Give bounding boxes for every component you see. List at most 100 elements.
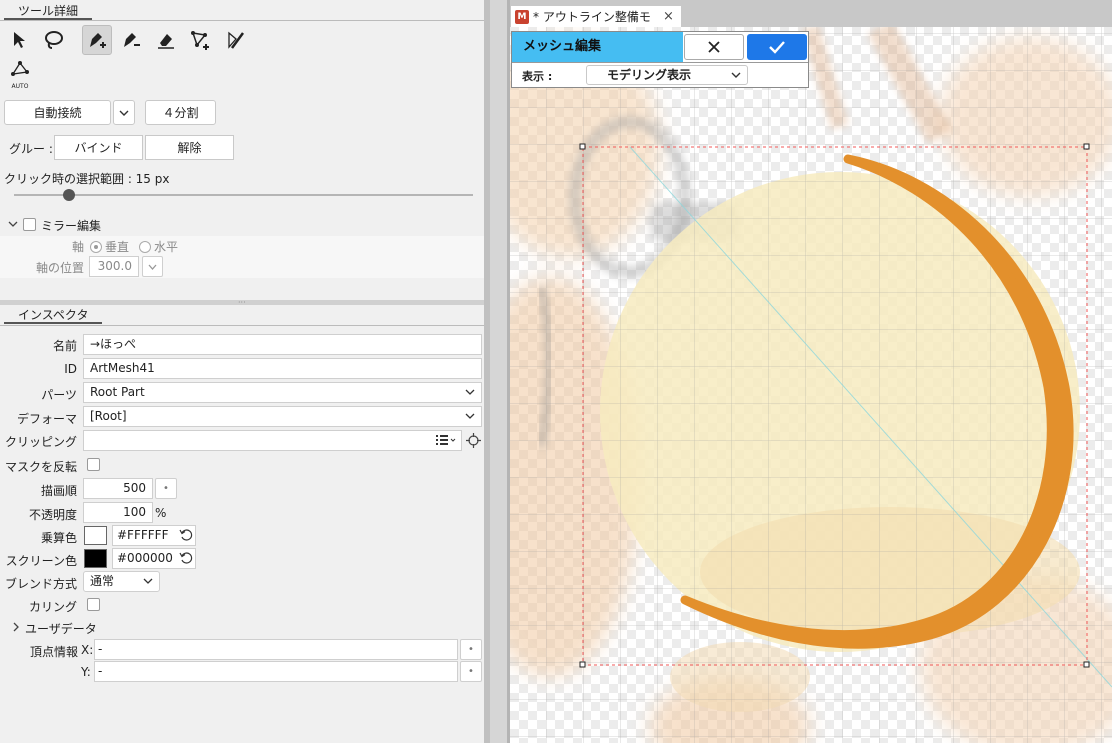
split-button[interactable]: ４分割 [145,100,216,125]
vertex-y-label: Y: [81,665,91,679]
splitter-grip-icon: ··· [238,298,246,307]
mirror-label: ミラー編集 [41,219,102,233]
vertex-y-menu-icon[interactable]: • [460,661,482,682]
vertex-x-input[interactable]: - [94,639,458,660]
axis-label: 軸 [72,240,85,254]
chevron-down-icon [148,264,157,270]
select-tool-icon[interactable] [5,25,35,55]
parts-select[interactable]: Root Part [83,382,482,403]
blend-mode-value: 通常 [90,574,115,588]
userdata-expand-chevron-icon[interactable] [11,621,21,636]
axis-position-dropdown[interactable] [142,256,163,277]
chevron-down-icon [465,413,475,419]
click-range-slider-knob[interactable] [63,189,76,201]
cancel-button[interactable] [684,34,744,60]
draw-order-label: 描画順 [40,484,77,498]
auto-connect-button[interactable]: 自動接続 [4,100,111,125]
screen-color-label: スクリーン色 [5,554,77,568]
axis-vertical-radio[interactable]: 垂直 [90,238,129,255]
chevron-down-icon [119,110,129,116]
mask-invert-checkbox[interactable] [87,458,100,471]
deformer-label: デフォーマ [16,412,77,426]
id-label: ID [64,362,77,376]
vertex-x-label: X: [81,643,94,657]
id-input[interactable]: ArtMesh41 [83,358,482,379]
axis-vertical-label: 垂直 [105,240,130,254]
glue-label: グルー : [9,142,53,156]
vertex-x-menu-icon[interactable]: • [460,639,482,660]
close-tab-icon[interactable]: × [663,6,674,28]
list-menu-icon[interactable] [436,434,456,449]
chevron-down-icon [731,72,741,78]
reset-icon[interactable] [179,551,193,568]
mask-invert-label: マスクを反転 [4,460,77,474]
eraser-tool-icon[interactable] [151,25,181,55]
deformer-value: [Root] [90,409,127,423]
reset-icon[interactable] [179,528,193,545]
opacity-label: 不透明度 [28,508,77,522]
culling-label: カリング [28,600,77,614]
deformer-select[interactable]: [Root] [83,406,482,427]
lasso-tool-icon[interactable] [39,25,69,55]
auto-connect-dropdown[interactable] [113,100,135,125]
left-panel: ツール詳細 AUTO 自動接続 ４分割 グルー : バインド 解除 クリック時の… [0,0,484,743]
canvas-viewport[interactable] [510,27,1112,743]
canvas-artwork [510,27,1112,743]
confirm-button[interactable] [747,34,807,60]
mirror-expand-chevron-icon[interactable] [7,218,19,233]
display-label: 表示 : [522,70,553,83]
chevron-down-icon [143,578,153,584]
target-picker-icon[interactable] [466,433,481,451]
display-mode-value: モデリング表示 [607,68,692,82]
draw-order-input[interactable]: 500 [83,478,153,499]
parts-value: Root Part [90,385,145,399]
vertical-splitter[interactable] [484,0,490,743]
draw-order-menu-icon[interactable]: • [155,478,177,499]
clipping-input[interactable] [83,430,462,451]
mirror-checkbox[interactable] [23,218,36,231]
bind-button[interactable]: バインド [54,135,143,160]
divider [0,325,484,326]
display-mode-select[interactable]: モデリング表示 [586,65,748,85]
release-button[interactable]: 解除 [145,135,234,160]
axis-horizontal-radio[interactable]: 水平 [139,238,178,255]
blend-mode-label: ブレンド方式 [4,577,77,591]
axis-position-label: 軸の位置 [36,261,85,275]
multiply-color-swatch[interactable] [84,526,107,545]
opacity-unit: % [155,506,167,520]
panel-gutter [484,0,510,743]
vertex-add-tool-icon[interactable] [185,25,215,55]
opacity-input[interactable]: 100 [83,502,153,523]
multiply-color-value: #FFFFFF [117,528,169,542]
vertex-info-label: 頂点情報 [30,645,79,659]
document-tab[interactable]: M * アウトライン整備モ × [510,5,682,28]
radio-icon [90,241,102,253]
name-input[interactable]: →ほっぺ [83,334,482,355]
check-icon [769,41,785,54]
axis-horizontal-label: 水平 [154,240,179,254]
inspector-tab[interactable]: インスペクタ [4,307,103,324]
tool-detail-tab[interactable]: ツール詳細 [4,3,93,20]
mesh-edit-title: メッシュ編集 [512,32,683,62]
divider [512,62,808,63]
radio-icon [139,241,151,253]
auto-label: AUTO [12,83,29,90]
name-label: 名前 [52,339,77,353]
mesh-edit-panel: メッシュ編集 表示 : モデリング表示 [511,31,809,88]
axis-position-input[interactable]: 300.0 [89,256,139,277]
blend-mode-select[interactable]: 通常 [83,571,160,592]
divider [0,20,484,21]
knife-tool-icon[interactable] [220,25,250,55]
pen-add-tool-icon[interactable] [82,25,112,55]
vertex-y-input[interactable]: - [94,661,458,682]
click-range-label: クリック時の選択範囲 : 15 px [4,172,170,186]
click-range-slider-track[interactable] [14,194,473,196]
multiply-color-label: 乗算色 [40,531,77,545]
clipping-label: クリッピング [4,435,77,449]
auto-mesh-tool-icon[interactable]: AUTO [5,58,35,92]
document-tab-title: * アウトライン整備モ [533,10,651,24]
screen-color-swatch[interactable] [84,549,107,568]
pen-remove-tool-icon[interactable] [116,25,146,55]
userdata-label: ユーザデータ [25,622,97,636]
culling-checkbox[interactable] [87,598,100,611]
